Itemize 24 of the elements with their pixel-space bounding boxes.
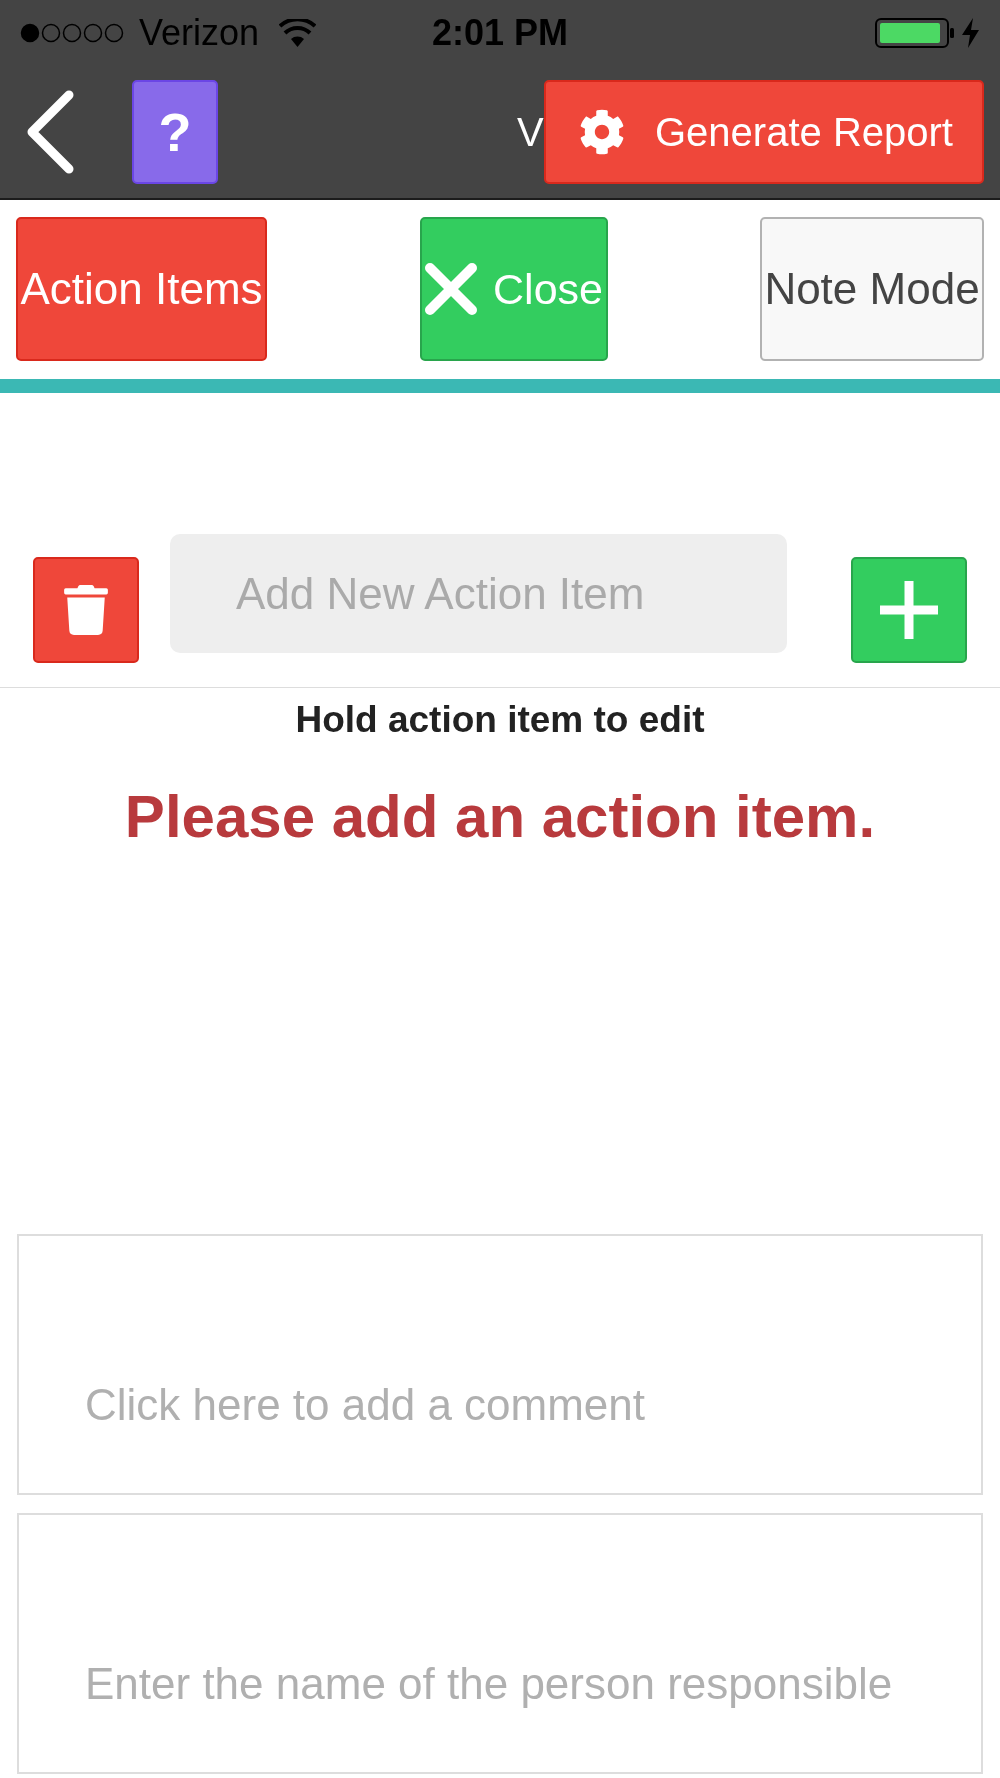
wifi-icon: [279, 19, 317, 47]
comment-field[interactable]: Click here to add a comment: [17, 1234, 983, 1495]
status-time: 2:01 PM: [431, 15, 569, 51]
battery-icon: [875, 18, 955, 48]
carrier-name: Verizon: [139, 15, 260, 51]
back-chevron-icon[interactable]: [25, 90, 75, 174]
add-button[interactable]: [851, 557, 967, 663]
help-button[interactable]: ?: [132, 80, 218, 184]
trash-icon: [64, 585, 108, 635]
plus-icon: [880, 581, 938, 639]
gear-icon: [579, 109, 625, 155]
responsible-person-field[interactable]: Enter the name of the person responsible: [17, 1513, 983, 1774]
mode-tab[interactable]: Action Items: [16, 217, 267, 361]
lightning-bolt-icon: [961, 18, 980, 48]
action-item-input[interactable]: Add New Action Item: [170, 534, 787, 653]
empty-message: Please add an action item.: [124, 782, 876, 852]
signal-icon: [20, 23, 124, 43]
generate-report-button[interactable]: Generate Report: [544, 80, 984, 184]
close-icon: [424, 262, 479, 316]
mode-tab[interactable]: Note Mode: [760, 217, 984, 361]
delete-button[interactable]: [33, 557, 139, 663]
close-button[interactable]: Close: [419, 217, 608, 361]
page-title: V: [517, 112, 544, 152]
hint-text: Hold action item to edit: [295, 698, 705, 742]
